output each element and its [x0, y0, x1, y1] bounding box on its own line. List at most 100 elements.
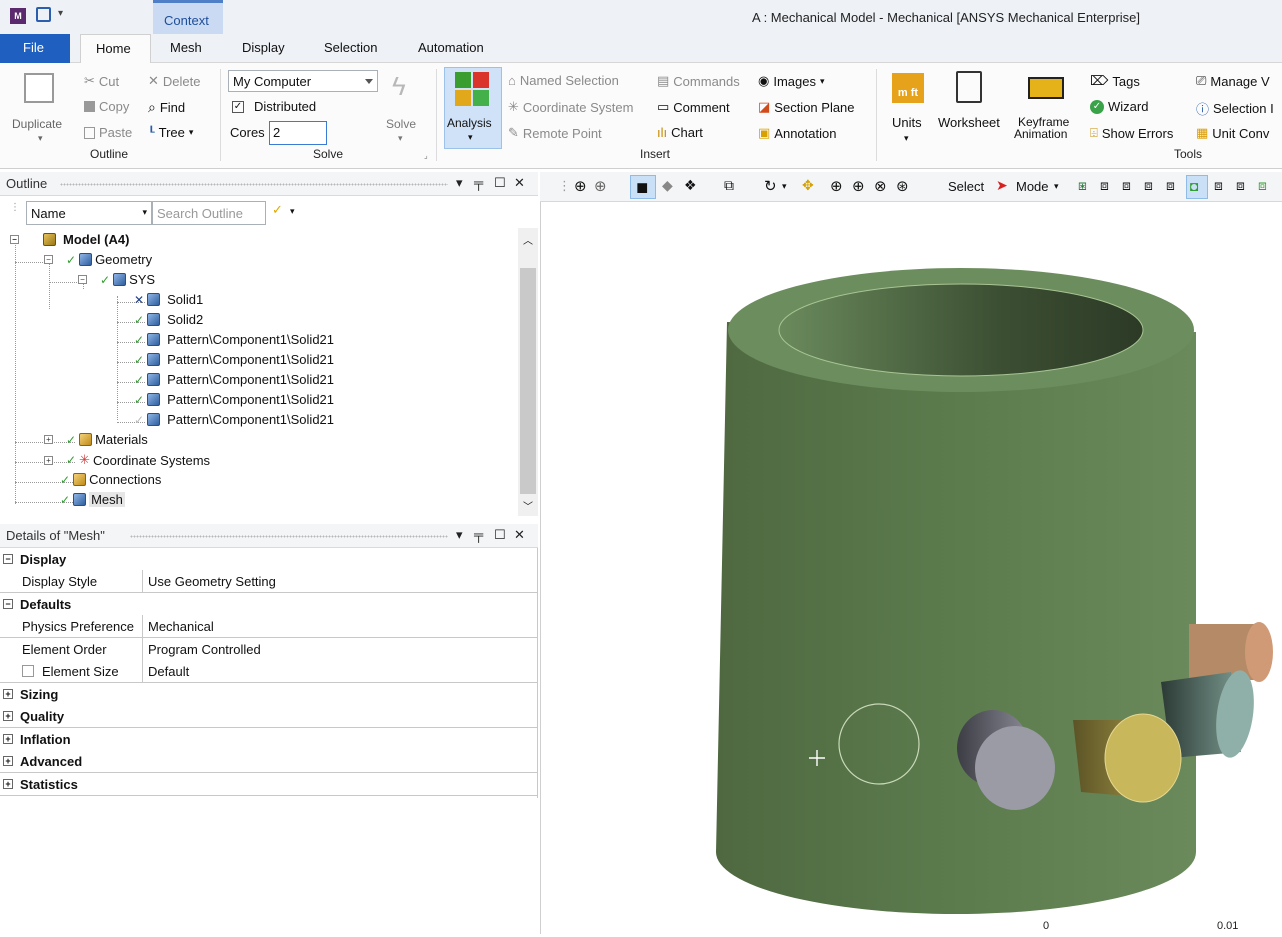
- zoom-icon[interactable]: ⊕: [830, 177, 843, 195]
- tree-node-body[interactable]: ✓ Pattern\Component1\Solid21: [134, 412, 334, 427]
- property-value[interactable]: Mechanical: [148, 619, 214, 634]
- details-row-display-style[interactable]: Display Style Use Geometry Setting: [0, 570, 538, 593]
- tree-button[interactable]: ┖ Tree ▾: [148, 125, 193, 140]
- expand-icon[interactable]: +: [3, 711, 13, 721]
- tab-mesh[interactable]: Mesh: [170, 40, 202, 55]
- tree-node-body[interactable]: ✓ Pattern\Component1\Solid21: [134, 372, 334, 387]
- context-tab[interactable]: Context: [153, 0, 223, 34]
- named-selection-button[interactable]: ⌂ Named Selection: [508, 73, 619, 88]
- grey-pin-face[interactable]: [975, 726, 1055, 810]
- explode-icon[interactable]: ⧉: [724, 177, 734, 194]
- graphics-viewport[interactable]: 0 0.01: [540, 202, 1282, 934]
- property-value[interactable]: Default: [148, 664, 189, 679]
- section-plane-button[interactable]: ◪ Section Plane: [758, 99, 855, 115]
- wizard-button[interactable]: ✓ Wizard: [1090, 99, 1148, 114]
- tab-display[interactable]: Display: [242, 40, 285, 55]
- tree-node-geometry[interactable]: − ✓ Geometry: [44, 252, 152, 267]
- tab-automation[interactable]: Automation: [418, 40, 484, 55]
- tree-node-sys[interactable]: − ✓ SYS: [78, 272, 155, 287]
- property-value[interactable]: Program Controlled: [148, 642, 261, 657]
- pin-icon[interactable]: ╤: [474, 527, 483, 542]
- worksheet-button[interactable]: Worksheet: [936, 69, 1010, 130]
- scroll-down-icon[interactable]: ﹀: [523, 498, 533, 513]
- filter-options-icon[interactable]: ▾: [290, 206, 295, 217]
- select-node-icon[interactable]: ⧈: [1166, 177, 1175, 194]
- search-outline-input[interactable]: Search Outline: [152, 201, 266, 225]
- tree-node-connections[interactable]: ✓ Connections: [60, 472, 161, 487]
- maximize-icon[interactable]: ☐: [494, 175, 506, 191]
- select-vertex-icon[interactable]: ⧆: [1078, 177, 1087, 194]
- scrollbar-thumb[interactable]: [520, 268, 536, 494]
- commands-button[interactable]: ▤ Commands: [657, 73, 740, 89]
- select-extra-icon[interactable]: ⧈: [1258, 177, 1267, 194]
- details-section-sizing[interactable]: + Sizing: [0, 683, 538, 706]
- select-face-icon[interactable]: ⧈: [1122, 177, 1131, 194]
- analysis-button[interactable]: Analysis ▾: [444, 67, 502, 149]
- tree-node-coordinate-systems[interactable]: + ✓ ✳ Coordinate Systems: [44, 452, 210, 468]
- save-icon[interactable]: [36, 7, 51, 22]
- manage-views-button[interactable]: ⎚ Manage V: [1196, 73, 1270, 89]
- mode-dropdown-icon[interactable]: ▾: [1054, 181, 1059, 192]
- outline-scrollbar[interactable]: ︿ ﹀: [518, 228, 538, 516]
- select-cursor-icon[interactable]: ➤: [996, 177, 1008, 194]
- tree-node-model[interactable]: − Model (A4): [10, 232, 129, 247]
- cores-input[interactable]: 2: [269, 121, 327, 145]
- paste-button[interactable]: Paste: [84, 125, 132, 140]
- duplicate-button[interactable]: Duplicate ▾: [8, 69, 78, 149]
- tree-node-body[interactable]: ✕ Solid1: [134, 292, 203, 307]
- zoom-box-icon[interactable]: ⊕: [594, 177, 607, 195]
- edges-icon[interactable]: ❖: [684, 177, 697, 194]
- delete-button[interactable]: ✕ Delete: [148, 73, 200, 89]
- drag-grip[interactable]: [130, 535, 448, 538]
- tags-button[interactable]: ⌦ Tags: [1090, 73, 1140, 89]
- solve-button[interactable]: ϟ Solve ▾: [384, 69, 424, 149]
- maximize-icon[interactable]: ☐: [494, 527, 506, 543]
- select-body-icon[interactable]: ⧈: [1144, 177, 1153, 194]
- cylinder-body[interactable]: [716, 322, 1196, 914]
- details-section-display[interactable]: − Display: [0, 548, 538, 571]
- model-view[interactable]: [541, 202, 1282, 934]
- panel-menu-icon[interactable]: ▾: [456, 527, 463, 543]
- tree-node-body[interactable]: ✓ Pattern\Component1\Solid21: [134, 392, 334, 407]
- scroll-up-icon[interactable]: ︿: [523, 232, 533, 247]
- rotate-icon[interactable]: ↻: [764, 177, 777, 195]
- box-zoom-icon[interactable]: ⊕: [852, 177, 865, 195]
- details-row-physics-preference[interactable]: Physics Preference Mechanical: [0, 615, 538, 638]
- units-button[interactable]: m ft Units ▾: [886, 69, 930, 149]
- solve-target-select[interactable]: My Computer: [228, 70, 378, 92]
- shaded-exterior-button[interactable]: ◼: [630, 175, 656, 199]
- chart-button[interactable]: ılı Chart: [657, 125, 703, 140]
- drag-grip[interactable]: [60, 183, 448, 186]
- remote-point-button[interactable]: ✎ Remote Point: [508, 125, 602, 141]
- collapse-icon[interactable]: −: [3, 554, 13, 564]
- tree-node-body[interactable]: ✓ Solid2: [134, 312, 203, 327]
- details-section-advanced[interactable]: + Advanced: [0, 750, 538, 773]
- comment-button[interactable]: ▭ Comment: [657, 99, 730, 115]
- zoom-to-fit-icon[interactable]: ⊕: [574, 177, 587, 195]
- annotation-button[interactable]: ▣ Annotation: [758, 125, 836, 141]
- rotate-dropdown-icon[interactable]: ▾: [782, 181, 787, 192]
- cut-button[interactable]: ✂ Cut: [84, 73, 119, 89]
- select-edge-icon[interactable]: ⧈: [1100, 177, 1109, 194]
- expand-icon[interactable]: +: [3, 756, 13, 766]
- select-element-body-icon[interactable]: ⧈: [1236, 177, 1245, 194]
- find-button[interactable]: ⌕ Find: [148, 99, 185, 116]
- details-row-element-order[interactable]: Element Order Program Controlled: [0, 638, 538, 661]
- parameter-checkbox[interactable]: [22, 665, 34, 677]
- expand-icon[interactable]: +: [44, 455, 53, 465]
- images-button[interactable]: ◉ Images ▾: [758, 73, 825, 89]
- magnifier-icon[interactable]: ⊛: [896, 177, 909, 195]
- pan-icon[interactable]: ✥: [802, 177, 814, 194]
- close-icon[interactable]: ✕: [514, 527, 525, 543]
- copy-button[interactable]: Copy: [84, 99, 129, 114]
- select-element-face-icon[interactable]: ⧈: [1214, 177, 1223, 194]
- filter-type-select[interactable]: Name ▾: [26, 201, 152, 225]
- property-value[interactable]: Use Geometry Setting: [148, 574, 276, 589]
- pin-icon[interactable]: ╤: [474, 175, 483, 190]
- expand-icon[interactable]: +: [44, 435, 53, 444]
- select-element-button[interactable]: ◘: [1186, 175, 1208, 199]
- close-icon[interactable]: ✕: [514, 175, 525, 191]
- details-section-defaults[interactable]: − Defaults: [0, 593, 538, 616]
- fit-icon[interactable]: ⊗: [874, 177, 887, 195]
- selection-info-button[interactable]: ⓘ Selection I: [1196, 99, 1274, 118]
